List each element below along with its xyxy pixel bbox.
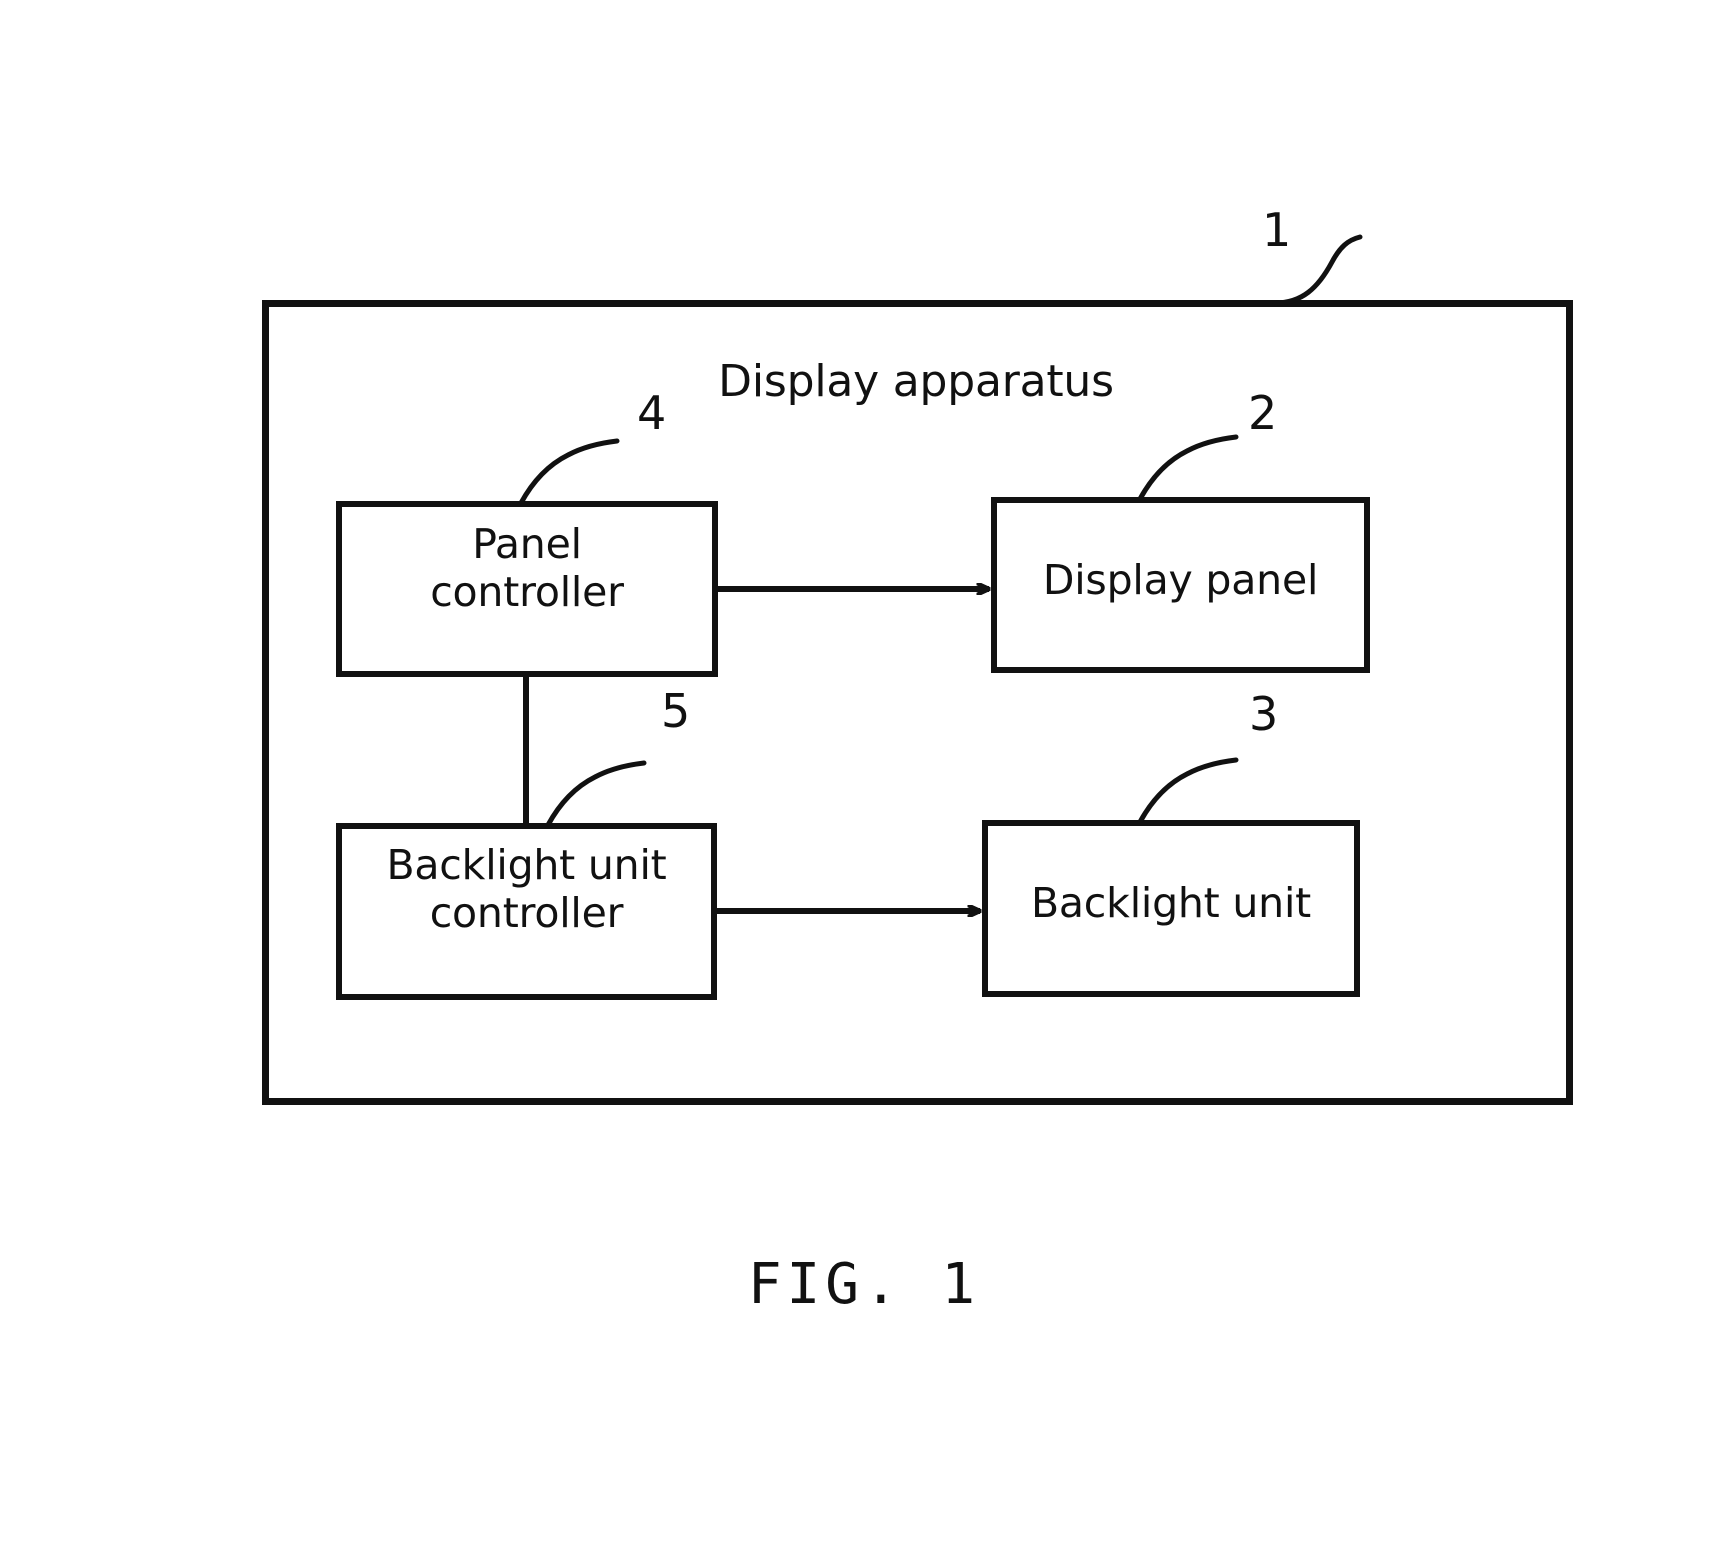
display-apparatus-title: Display apparatus [718,356,1114,407]
panel-controller-label: Panel controller [430,520,624,617]
figure-caption: FIG. 1 [747,1252,981,1317]
figure-line-art [262,234,1573,1105]
bl-unit-controller-label: Backlight unit controller [386,841,667,938]
reference-numeral-2: 2 [1248,386,1278,440]
leader-line-3 [1137,757,1239,825]
display-apparatus-boundary [262,300,1573,1105]
reference-numeral-5: 5 [661,684,691,738]
leader-line-5 [545,760,647,828]
reference-numeral-3: 3 [1249,687,1279,741]
backlight-unit-label: Backlight unit [1030,879,1312,927]
leader-line-4 [518,438,620,506]
display-panel-label: Display panel [1042,556,1319,604]
leader-line-2 [1137,434,1239,502]
patent-figure: Display apparatus Panel controller Displ… [0,0,1728,1560]
reference-numeral-1: 1 [1262,203,1292,257]
reference-numeral-4: 4 [637,386,667,440]
